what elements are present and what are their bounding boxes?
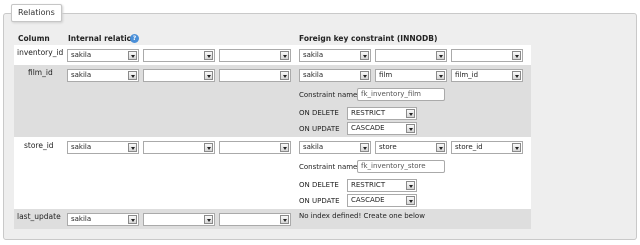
- constraint-name-input[interactable]: fk_inventory_film: [357, 88, 445, 101]
- on-update-select[interactable]: CASCADE: [347, 194, 417, 207]
- column-name: store_id: [24, 141, 54, 150]
- on-update-label: ON UPDATE: [299, 125, 340, 133]
- fk-column-select[interactable]: store_id: [451, 141, 523, 154]
- internal-table-select[interactable]: [143, 49, 215, 62]
- column-name: inventory_id: [17, 48, 64, 57]
- on-update-label: ON UPDATE: [299, 197, 340, 205]
- header-column: Column: [18, 34, 50, 43]
- constraint-name-input[interactable]: fk_inventory_store: [357, 160, 445, 173]
- column-name: film_id: [28, 68, 53, 77]
- internal-column-select[interactable]: [219, 49, 291, 62]
- internal-table-select[interactable]: [143, 141, 215, 154]
- on-delete-select[interactable]: RESTRICT: [347, 107, 417, 120]
- constraint-name-label: Constraint name: [299, 91, 358, 99]
- fk-db-select[interactable]: sakila: [299, 69, 371, 82]
- on-delete-label: ON DELETE: [299, 109, 339, 117]
- fk-table-select[interactable]: [375, 49, 447, 62]
- internal-db-select[interactable]: sakila: [67, 49, 139, 62]
- header-foreign-key: Foreign key constraint (INNODB): [299, 34, 438, 43]
- fk-db-select[interactable]: sakila: [299, 141, 371, 154]
- internal-db-select[interactable]: sakila: [67, 69, 139, 82]
- on-delete-label: ON DELETE: [299, 181, 339, 189]
- help-icon[interactable]: ?: [130, 34, 139, 43]
- internal-table-select[interactable]: [143, 213, 215, 226]
- internal-column-select[interactable]: [219, 141, 291, 154]
- internal-column-select[interactable]: [219, 213, 291, 226]
- relations-legend: Relations: [11, 4, 62, 22]
- on-update-select[interactable]: CASCADE: [347, 122, 417, 135]
- header-internal-relation: Internal relation: [68, 34, 138, 43]
- fk-db-select[interactable]: sakila: [299, 49, 371, 62]
- on-delete-select[interactable]: RESTRICT: [347, 179, 417, 192]
- fk-table-select[interactable]: store: [375, 141, 447, 154]
- fk-column-select[interactable]: film_id: [451, 69, 523, 82]
- internal-column-select[interactable]: [219, 69, 291, 82]
- constraint-name-label: Constraint name: [299, 163, 358, 171]
- column-name: last_update: [17, 212, 61, 221]
- no-index-message: No index defined! Create one below: [299, 212, 425, 220]
- internal-db-select[interactable]: sakila: [67, 213, 139, 226]
- fk-table-select[interactable]: film: [375, 69, 447, 82]
- internal-db-select[interactable]: sakila: [67, 141, 139, 154]
- internal-table-select[interactable]: [143, 69, 215, 82]
- fk-column-select[interactable]: [451, 49, 523, 62]
